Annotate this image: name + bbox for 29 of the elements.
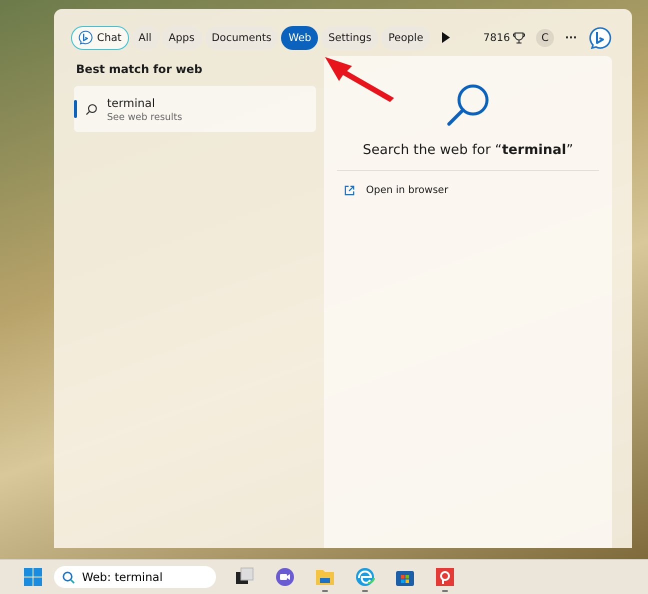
edge-browser-icon[interactable] [354, 566, 376, 588]
filter-tab[interactable]: Documents [204, 26, 278, 50]
external-link-icon [344, 185, 355, 196]
result-title: terminal [107, 96, 156, 110]
search-icon [62, 570, 75, 584]
search-result[interactable]: terminal See web results [74, 86, 316, 132]
rewards-points: 7816 [483, 32, 510, 44]
video-chat-icon[interactable] [274, 566, 296, 588]
caret-right-icon [440, 32, 450, 43]
filter-tab[interactable]: Web [281, 26, 318, 50]
start-icon[interactable] [24, 568, 42, 586]
filter-tab[interactable]: Settings [321, 26, 378, 50]
search-icon [85, 102, 98, 116]
taskbar-search-field[interactable]: Web: terminal [54, 566, 216, 588]
more-options-button[interactable]: ··· [565, 32, 577, 44]
account-avatar[interactable]: C [536, 28, 554, 46]
result-subtitle: See web results [107, 112, 182, 122]
filter-tab[interactable]: All [132, 26, 159, 50]
search-icon [445, 82, 491, 128]
chat-tab[interactable]: Chat [71, 26, 129, 50]
open-in-browser-link[interactable]: Open in browser [344, 185, 448, 196]
filter-tab[interactable]: Apps [162, 26, 202, 50]
filter-tab[interactable]: People [381, 26, 430, 50]
chat-icon [78, 30, 93, 45]
bing-chat-icon[interactable] [588, 26, 612, 50]
trophy-icon [513, 32, 526, 44]
section-heading: Best match for web [76, 62, 204, 76]
preview-title: Search the web for “terminal” [362, 142, 574, 158]
pin-app-icon[interactable] [434, 566, 456, 588]
